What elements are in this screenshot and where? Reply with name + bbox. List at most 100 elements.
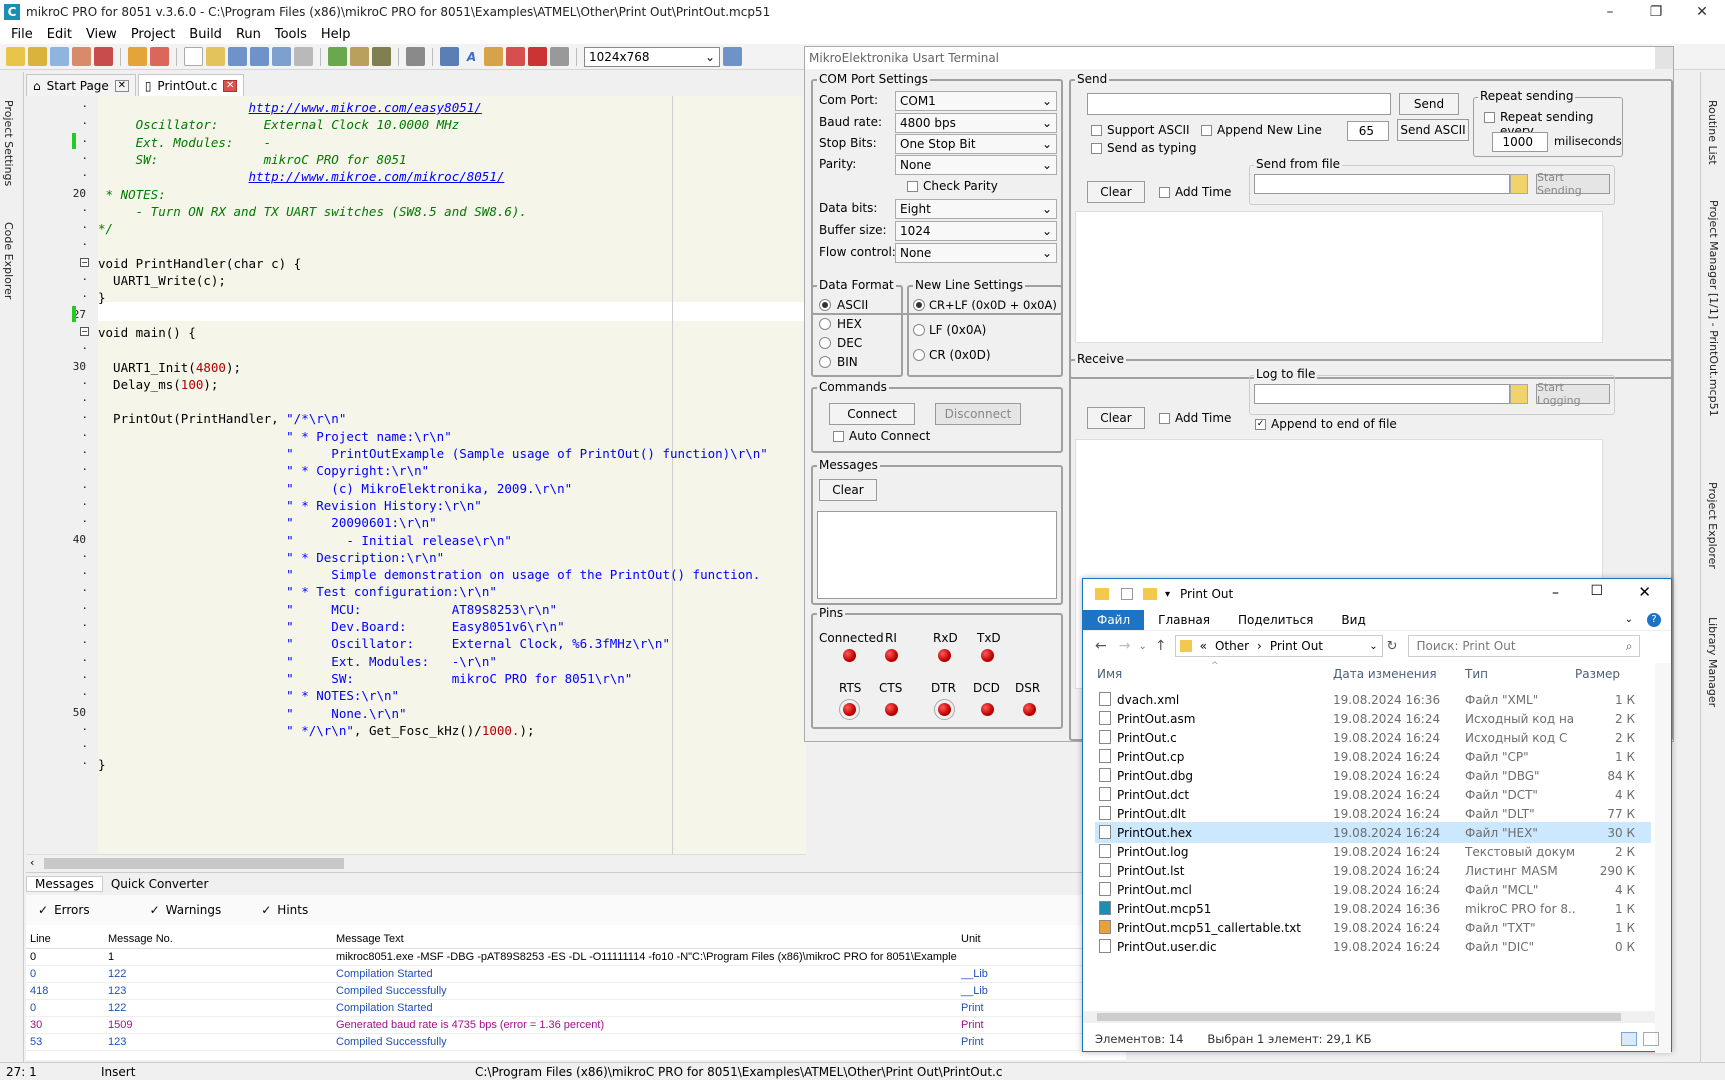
code-line[interactable]: Delay_ms(100); [98, 375, 218, 394]
code-line[interactable]: " Simple demonstration on usage of the P… [98, 565, 760, 584]
start-logging-button[interactable]: Start Logging [1536, 381, 1610, 407]
add-file-icon[interactable] [128, 47, 147, 66]
chevron-down-icon[interactable]: ▾ [1165, 589, 1170, 600]
send-clear-button[interactable]: Clear [1087, 181, 1145, 203]
lcd-designer-icon[interactable] [506, 47, 525, 66]
usart-close-icon[interactable] [1655, 47, 1673, 69]
recent-dropdown-icon[interactable]: ⌄ [1138, 641, 1146, 652]
ascii-chart-icon[interactable]: A [462, 47, 481, 66]
save-project-icon[interactable] [50, 47, 69, 66]
open-file-icon[interactable] [206, 47, 225, 66]
append-end-checkbox[interactable]: ✓ [1255, 419, 1266, 430]
code-line[interactable]: Ext. Modules: - [98, 133, 271, 152]
newline-cr-radio[interactable] [913, 349, 925, 361]
col-line[interactable]: Line [26, 933, 104, 945]
edit-project-icon[interactable] [94, 47, 113, 66]
tab-code-explorer[interactable]: Code Explorer [2, 222, 15, 299]
ribbon-view[interactable]: Вид [1327, 613, 1379, 627]
format-ascii-radio[interactable] [819, 299, 831, 311]
messages-clear-button[interactable]: Clear [819, 479, 877, 501]
com-port-select[interactable]: COM1 ⌄ [895, 91, 1057, 111]
options-icon[interactable] [550, 47, 569, 66]
save-icon[interactable] [228, 47, 247, 66]
menu-tools[interactable]: Tools [268, 27, 314, 42]
code-line[interactable]: - Turn ON RX and TX UART switches (SW8.5… [98, 202, 527, 221]
file-row[interactable]: PrintOut.mcp51_callertable.txt 19.08.2024… [1095, 917, 1651, 938]
format-hex-radio[interactable] [819, 318, 831, 330]
tab-printout-c[interactable]: ▯ PrintOut.c ✕ [137, 74, 245, 96]
save-as-icon[interactable] [272, 47, 291, 66]
code-line[interactable]: * NOTES: [98, 185, 166, 204]
menu-file[interactable]: File [4, 27, 40, 42]
table-row[interactable]: 0 1 mikroc8051.exe -MSF -DBG -pAT89S8253 -… [26, 949, 1126, 966]
folder-open-icon[interactable] [1510, 174, 1528, 194]
table-row[interactable]: 0 122 Compilation Started Print [26, 1000, 1126, 1017]
code-line[interactable]: " Ext. Modules: -\r\n" [98, 652, 497, 671]
tab-project-manager[interactable]: Project Manager [1/1] - PrintOut.mcp51 [1706, 200, 1720, 460]
auto-connect-checkbox[interactable] [833, 431, 844, 442]
code-line[interactable]: " * Revision History:\r\n" [98, 496, 482, 515]
menu-view[interactable]: View [79, 27, 124, 42]
menu-edit[interactable]: Edit [40, 27, 79, 42]
disconnect-button[interactable]: Disconnect [935, 403, 1021, 425]
send-as-typing-checkbox[interactable] [1091, 143, 1102, 154]
filter-errors[interactable]: ✓ Errors [38, 903, 90, 917]
minimize-button[interactable]: – [1587, 0, 1633, 24]
file-row[interactable]: PrintOut.dbg 19.08.2024 16:24 Файл "DBG" 84… [1095, 765, 1651, 786]
explorer-horizontal-scrollbar[interactable] [1083, 1011, 1655, 1023]
code-line[interactable]: " 20090601:\r\n" [98, 513, 437, 532]
col-message-text[interactable]: Message Text [332, 933, 957, 945]
file-row[interactable]: PrintOut.dlt 19.08.2024 16:24 Файл "DLT" 77… [1095, 803, 1651, 824]
usart-terminal-icon[interactable] [440, 47, 459, 66]
remove-file-icon[interactable] [150, 47, 169, 66]
up-arrow-icon[interactable]: ↑ [1155, 638, 1167, 654]
code-line[interactable]: */ [98, 219, 113, 238]
search-icon[interactable]: ⌕ [1626, 639, 1633, 654]
seven-segment-icon[interactable] [484, 47, 503, 66]
code-line[interactable]: " Oscillator: External Clock, %6.3fMHz\r… [98, 634, 670, 653]
code-line[interactable]: " SW: mikroC PRO for 8051\r\n" [98, 669, 632, 688]
check-parity-checkbox[interactable] [907, 181, 918, 192]
code-line[interactable]: SW: mikroC PRO for 8051 [98, 150, 407, 169]
save-all-icon[interactable] [250, 47, 269, 66]
newline-crlf-radio[interactable] [913, 299, 925, 311]
append-new-line-checkbox[interactable] [1201, 125, 1212, 136]
send-input[interactable] [1087, 93, 1391, 115]
ribbon-home[interactable]: Главная [1144, 613, 1224, 627]
code-line[interactable]: void PrintHandler(char c) { [98, 254, 301, 273]
format-bin-radio[interactable] [819, 356, 831, 368]
close-tab-icon[interactable]: ✕ [223, 79, 238, 92]
code-line[interactable]: Oscillator: External Clock 10.0000 MHz [98, 115, 460, 134]
file-row[interactable]: PrintOut.mcl 19.08.2024 16:24 Файл "MCL" 4 … [1095, 879, 1651, 900]
format-dec-radio[interactable] [819, 337, 831, 349]
tab-library-manager[interactable]: Library Manager [1706, 617, 1719, 707]
code-line[interactable]: " None.\r\n" [98, 704, 406, 723]
file-row[interactable]: PrintOut.cp 19.08.2024 16:24 Файл "CP" 1 К [1095, 746, 1651, 767]
build-program-icon[interactable] [372, 47, 391, 66]
minimize-button[interactable]: – [1552, 585, 1559, 601]
tab-routine-list[interactable]: Routine List [1706, 100, 1719, 165]
code-line[interactable]: " * Copyright:\r\n" [98, 461, 429, 480]
tab-project-settings[interactable]: Project Settings [2, 100, 15, 186]
code-area[interactable]: http://www.mikroe.com/easy8051/ Oscillat… [98, 96, 806, 854]
menu-help[interactable]: Help [314, 27, 358, 42]
refresh-icon[interactable]: ↻ [1387, 639, 1398, 654]
scroll-thumb[interactable] [1097, 1013, 1621, 1021]
apply-resolution-icon[interactable] [723, 47, 742, 66]
file-row[interactable]: PrintOut.log 19.08.2024 16:24 Текстовый до… [1095, 841, 1651, 862]
code-line[interactable]: " (c) MikroElektronika, 2009.\r\n" [98, 479, 572, 498]
breadcrumb-other[interactable]: Other [1215, 639, 1249, 653]
search-box[interactable]: Поиск: Print Out ⌕ [1407, 635, 1640, 657]
file-row[interactable]: PrintOut.user.dic 19.08.2024 16:24 Файл "D… [1095, 936, 1651, 957]
fold-collapse-icon[interactable]: − [80, 326, 89, 336]
file-row[interactable]: PrintOut.asm 19.08.2024 16:24 Исходный код… [1095, 708, 1651, 729]
build-icon[interactable] [328, 47, 347, 66]
close-button[interactable]: ✕ [1638, 583, 1651, 601]
send-ascii-button[interactable]: Send ASCII [1397, 119, 1469, 141]
file-row[interactable]: dvach.xml 19.08.2024 16:36 Файл "XML" 1 К [1095, 689, 1651, 710]
newline-lf-radio[interactable] [913, 324, 925, 336]
filter-hints[interactable]: ✓ Hints [261, 903, 308, 917]
send-file-path-input[interactable] [1254, 174, 1510, 194]
back-arrow-icon[interactable]: ← [1095, 638, 1107, 654]
tab-messages[interactable]: Messages [26, 876, 103, 892]
